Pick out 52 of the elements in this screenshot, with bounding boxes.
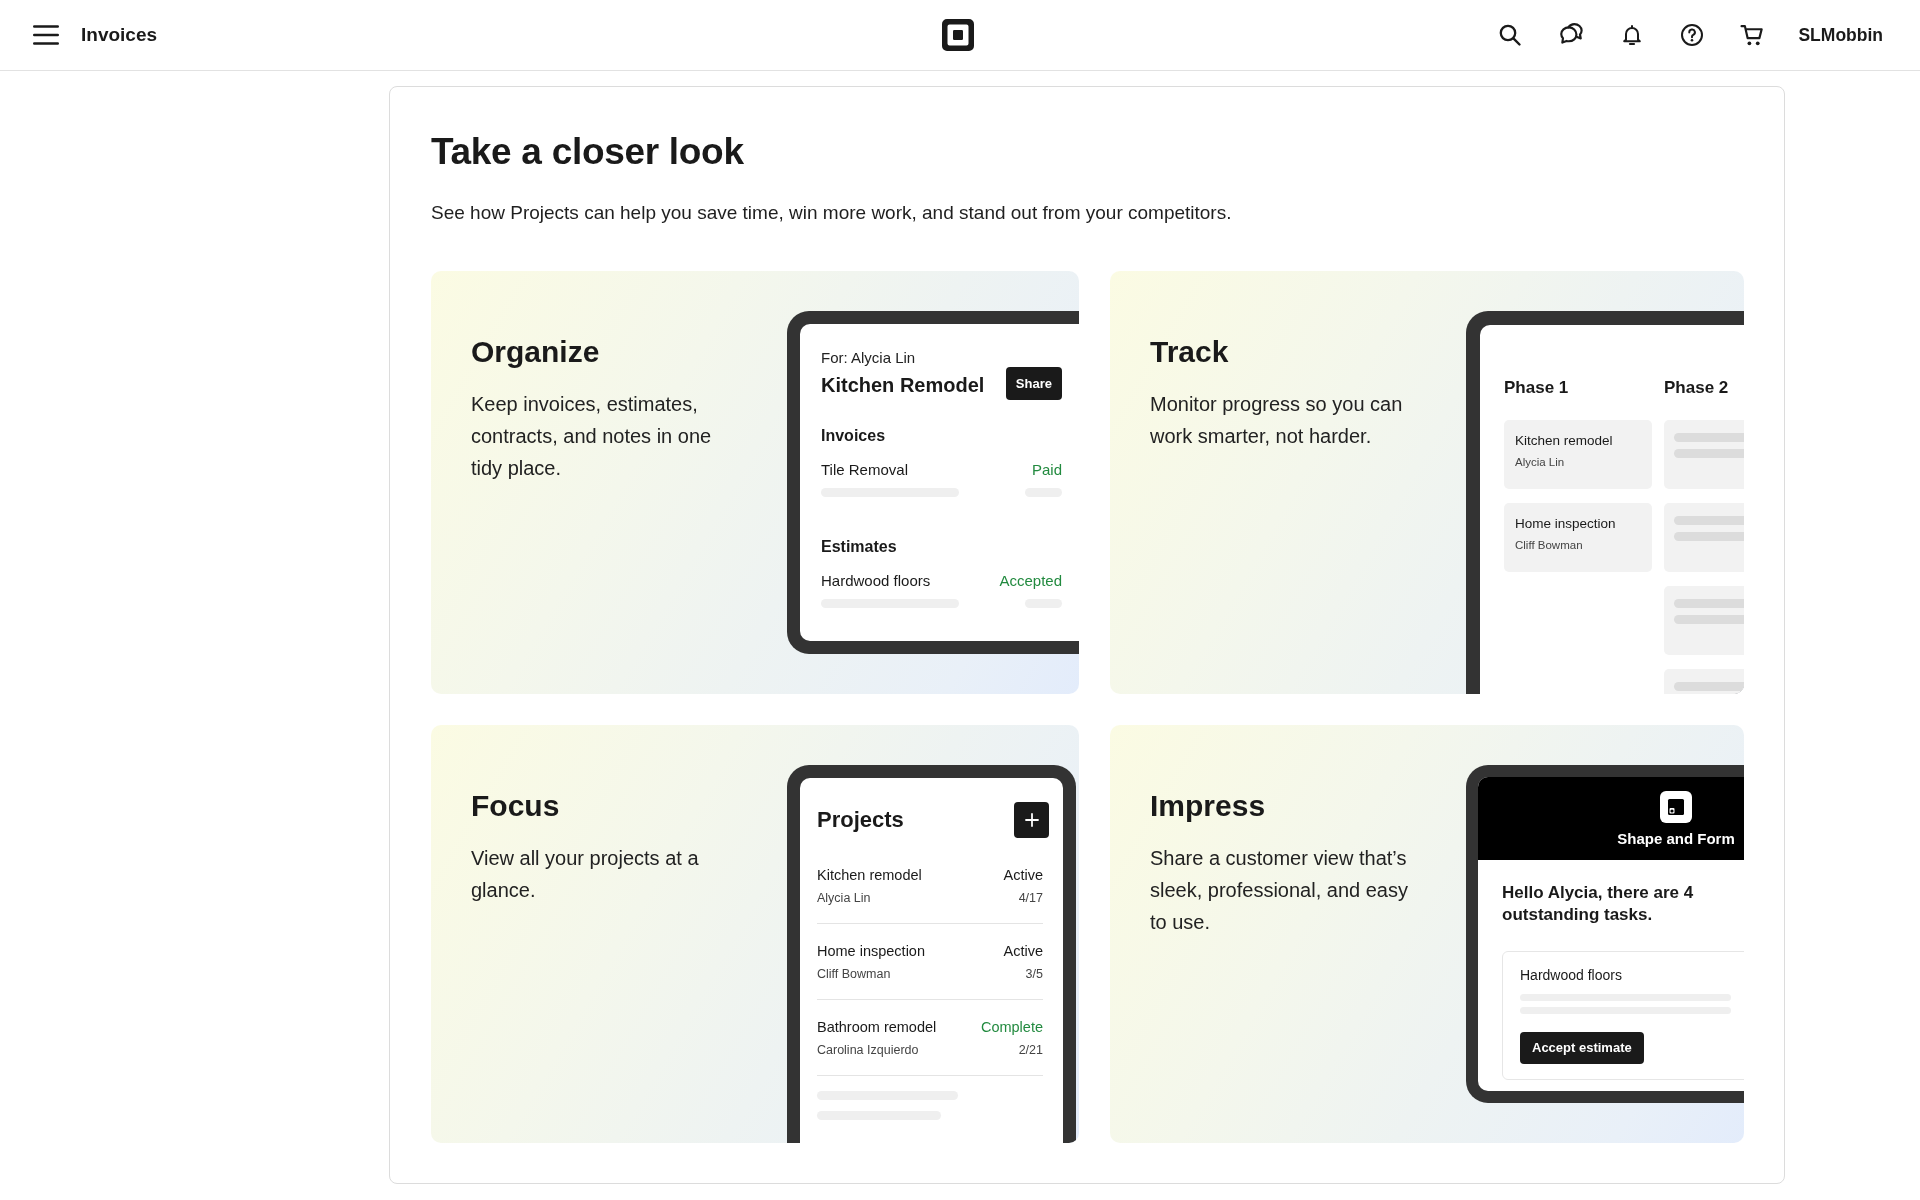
card-title: Impress (1150, 788, 1267, 824)
list-title: Projects (817, 806, 904, 834)
task-name: Hardwood floors (1520, 966, 1623, 984)
client-name: Carolina Izquierdo (817, 1042, 919, 1059)
column-title: Phase 1 (1504, 378, 1570, 398)
task-count: 2/21 (1018, 1042, 1043, 1059)
help-icon[interactable] (1680, 23, 1705, 47)
card-title: Organize (471, 334, 601, 370)
cart-icon[interactable] (1740, 22, 1766, 48)
project-title: Kitchen Remodel (821, 374, 985, 397)
task-name: Home inspection (1515, 515, 1617, 533)
project-status: Active (1003, 866, 1043, 885)
project-name: Home inspection (817, 942, 925, 961)
logo-icon[interactable] (942, 19, 974, 51)
card-description: Keep invoices, estimates, contracts, and notes in one tidy place. (471, 392, 713, 481)
task-name: Kitchen remodel (1515, 432, 1614, 450)
add-button[interactable] (1014, 802, 1049, 838)
section-title: Estimates (821, 537, 898, 557)
section-title: Invoices (821, 426, 887, 446)
column-title: Phase 2 (1664, 378, 1730, 398)
page-title: Invoices (81, 24, 158, 46)
client-name: Cliff Bowman (817, 966, 891, 983)
section-heading: Take a closer look (431, 130, 745, 174)
item-name: Tile Removal (821, 461, 908, 479)
project-name: Kitchen remodel (817, 866, 922, 885)
project-status: Complete (980, 1018, 1043, 1037)
card-description: Monitor progress so you can work smarter, not harder. (1150, 392, 1404, 449)
accept-button[interactable]: Accept estimate (1520, 1032, 1644, 1064)
card-title: Focus (471, 788, 561, 824)
section-description: See how Projects can help you save time, win more work, and stand out from your competitors. (431, 201, 1233, 225)
client-label: For: Alycia Lin (821, 349, 917, 367)
card-description: Share a customer view that’s sleek, professional, and easy to use. (1150, 846, 1409, 935)
client-name: Alycia Lin (1515, 455, 1566, 470)
search-icon[interactable] (1498, 23, 1523, 47)
task-count: 4/17 (1018, 890, 1043, 907)
item-name: Hardwood floors (821, 572, 931, 590)
card-title: Track (1150, 334, 1230, 370)
plus-icon (1024, 813, 1039, 827)
share-button[interactable]: Share (1005, 367, 1062, 400)
client-name: Alycia Lin (817, 890, 871, 907)
business-name: Shape and Form (1617, 830, 1735, 848)
greeting-text: Hello Alycia, there are 4 outstanding tasks. (1502, 882, 1695, 926)
client-name: Cliff Bowman (1515, 538, 1584, 553)
project-status: Active (1003, 942, 1043, 961)
menu-icon[interactable] (33, 25, 59, 45)
project-name: Bathroom remodel (817, 1018, 937, 1037)
item-status: Paid (1031, 461, 1062, 479)
card-description: View all your projects at a glance. (471, 846, 700, 903)
item-status: Accepted (999, 572, 1062, 590)
account-name[interactable]: SLMobbin (1798, 24, 1883, 46)
logo-icon (1660, 791, 1692, 823)
task-count: 3/5 (1025, 966, 1043, 983)
